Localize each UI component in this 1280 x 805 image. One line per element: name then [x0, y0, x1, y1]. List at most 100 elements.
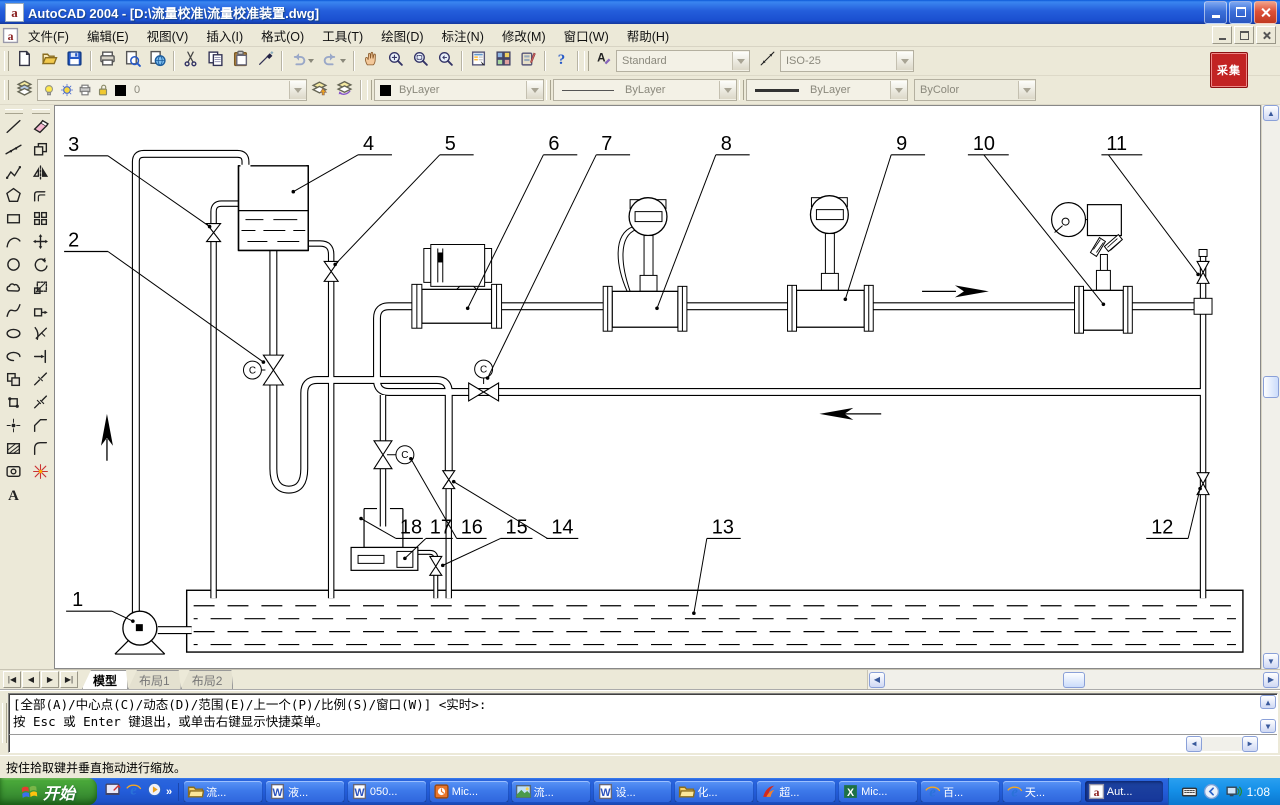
toolbar-grip[interactable] — [4, 80, 9, 100]
more-chevron-icon[interactable]: » — [166, 786, 172, 798]
redo-button[interactable] — [319, 50, 349, 73]
erase-button[interactable] — [29, 117, 53, 140]
offset-button[interactable] — [29, 186, 53, 209]
text-style-combo[interactable]: Standard — [616, 50, 750, 72]
command-window-grip[interactable] — [0, 693, 8, 753]
scroll-left-icon[interactable]: ◀ — [869, 672, 885, 688]
vertical-scrollbar[interactable]: ▲ ▼ — [1261, 105, 1280, 669]
layer-previous-button[interactable] — [333, 79, 356, 102]
scale-button[interactable] — [29, 278, 53, 301]
printer-icon[interactable] — [77, 83, 92, 98]
chevron-down-icon[interactable] — [526, 81, 543, 99]
toolbar-grip[interactable] — [4, 51, 9, 71]
media-player-quicklaunch-button[interactable] — [145, 783, 163, 801]
vertical-scroll-thumb[interactable] — [1263, 376, 1279, 398]
child-restore-button[interactable] — [1234, 26, 1254, 44]
move-button[interactable] — [29, 232, 53, 255]
command-scroll-left-icon[interactable]: ◀ — [1186, 736, 1202, 752]
command-scroll-down-icon[interactable]: ▼ — [1260, 719, 1276, 733]
taskbar-task[interactable]: Mic... — [430, 781, 508, 802]
child-close-button[interactable] — [1256, 26, 1276, 44]
save-button[interactable] — [63, 50, 86, 73]
internet-explorer-quicklaunch-button[interactable]: e — [124, 783, 142, 801]
command-scroll-right-icon[interactable]: ▶ — [1242, 736, 1258, 752]
taskbar-task[interactable]: 化... — [675, 781, 753, 802]
toolbar-grip[interactable] — [32, 109, 50, 114]
spline-button[interactable] — [2, 301, 26, 324]
layer-combo[interactable]: 0 — [37, 79, 307, 101]
next-tab-button[interactable]: ▶ — [41, 671, 59, 688]
chevron-down-icon[interactable] — [732, 52, 749, 70]
ellipse-button[interactable] — [2, 324, 26, 347]
horizontal-scroll-thumb[interactable] — [1063, 672, 1085, 688]
drawing-file-icon[interactable]: a — [2, 27, 19, 44]
break-button[interactable] — [29, 393, 53, 416]
zoom-realtime-button[interactable] — [384, 50, 407, 73]
show-desktop-quicklaunch-button[interactable] — [103, 783, 121, 801]
chevron-down-icon[interactable] — [308, 59, 314, 63]
polygon-button[interactable] — [2, 186, 26, 209]
autocad-app-icon[interactable]: a — [5, 3, 24, 22]
region-button[interactable] — [2, 462, 26, 485]
arc-button[interactable] — [2, 232, 26, 255]
menu-item[interactable]: 插入(I) — [197, 24, 252, 47]
undo-button[interactable] — [287, 50, 317, 73]
bulb-icon[interactable] — [41, 83, 56, 98]
make-layer-current-button[interactable] — [308, 79, 331, 102]
toolbar-grip[interactable] — [739, 80, 744, 100]
menu-item[interactable]: 窗口(W) — [555, 24, 618, 47]
dim-style-button[interactable] — [756, 50, 779, 73]
toolbar-grip[interactable] — [5, 109, 23, 114]
make-block-button[interactable] — [2, 393, 26, 416]
copy-object-button[interactable] — [29, 140, 53, 163]
taskbar-task[interactable]: e天... — [1003, 781, 1081, 802]
network-volume-tray-icon[interactable] — [1225, 783, 1242, 800]
first-tab-button[interactable]: |◀ — [3, 671, 21, 688]
taskbar-task[interactable]: aAut... — [1085, 781, 1163, 802]
construction-line-button[interactable] — [2, 140, 26, 163]
tab-模型[interactable]: 模型 — [82, 670, 128, 689]
toolbar-grip[interactable] — [546, 80, 551, 100]
close-button[interactable] — [1254, 1, 1277, 24]
zoom-window-button[interactable] — [409, 50, 432, 73]
new-button[interactable] — [13, 50, 36, 73]
rectangle-button[interactable] — [2, 209, 26, 232]
paste-button[interactable] — [229, 50, 252, 73]
scroll-right-icon[interactable]: ▶ — [1263, 672, 1279, 688]
dim-style-combo[interactable]: ISO-25 — [780, 50, 914, 72]
chevron-down-icon[interactable] — [719, 81, 736, 99]
explode-button[interactable] — [29, 462, 53, 485]
chevron-down-icon[interactable] — [289, 81, 306, 99]
start-button[interactable]: 开始 — [0, 778, 97, 805]
tool-palettes-button[interactable] — [517, 50, 540, 73]
stretch-button[interactable] — [29, 301, 53, 324]
open-button[interactable] — [38, 50, 61, 73]
taskbar-task[interactable]: W液... — [266, 781, 344, 802]
plot-button[interactable] — [96, 50, 119, 73]
toolbar-grip[interactable] — [367, 80, 372, 100]
horizontal-scrollbar[interactable]: ◀ ▶ — [867, 670, 1280, 689]
command-text-area[interactable]: [全部(A)/中心点(C)/动态(D)/范围(E)/上一个(P)/比例(S)/窗… — [8, 693, 1278, 753]
array-button[interactable] — [29, 209, 53, 232]
linetype-combo[interactable]: ByLayer — [553, 79, 737, 101]
help-button[interactable]: ? — [550, 50, 573, 73]
color-combo[interactable]: ByLayer — [374, 79, 544, 101]
mirror-button[interactable] — [29, 163, 53, 186]
lock-icon[interactable] — [95, 83, 110, 98]
revision-cloud-button[interactable] — [2, 278, 26, 301]
taskbar-task[interactable]: 流... — [184, 781, 262, 802]
ellipse-arc-button[interactable] — [2, 347, 26, 370]
menu-item[interactable]: 绘图(D) — [372, 24, 432, 47]
point-button[interactable] — [2, 416, 26, 439]
design-center-button[interactable] — [492, 50, 515, 73]
chevron-down-icon[interactable] — [890, 81, 907, 99]
scroll-down-icon[interactable]: ▼ — [1263, 653, 1279, 669]
taskbar-task[interactable]: W050... — [348, 781, 426, 802]
line-button[interactable] — [2, 117, 26, 140]
restore-button[interactable] — [1229, 1, 1252, 24]
tab-布局1[interactable]: 布局1 — [128, 670, 181, 689]
taskbar-task[interactable]: XMic... — [839, 781, 917, 802]
command-scroll-up-icon[interactable]: ▲ — [1260, 695, 1276, 709]
menu-item[interactable]: 编辑(E) — [78, 24, 138, 47]
capture-tool-badge[interactable]: 采集 — [1210, 52, 1248, 88]
